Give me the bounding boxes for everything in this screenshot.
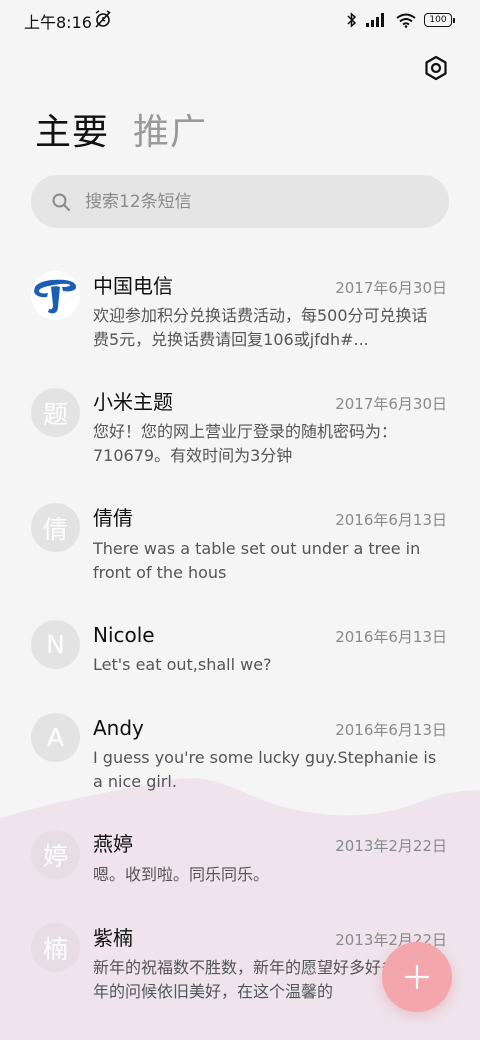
compose-button[interactable] [382,942,452,1012]
message-date: 2016年6月13日 [335,721,447,739]
message-date: 2013年2月22日 [335,837,447,855]
sender-name: 中国电信 [93,274,173,298]
plus-icon [404,964,430,990]
message-preview: I guess you're some lucky guy.Stephanie … [93,748,437,791]
avatar: 楠 [31,923,80,972]
avatar: 倩 [31,503,80,552]
sender-name: Andy [93,716,144,740]
message-preview: Let's eat out,shall we? [93,655,272,674]
message-preview: 欢迎参加积分兑换话费活动，每500分可兑换话费5元，兑换话费请回复106或jfd… [93,306,428,349]
sender-name: 小米主题 [93,390,173,414]
sender-name: Nicole [93,623,155,647]
avatar: 题 [31,388,80,437]
message-list: 中国电信 2017年6月30日 欢迎参加积分兑换话费活动，每500分可兑换话费5… [0,0,480,1040]
sender-name: 燕婷 [93,832,133,856]
message-date: 2017年6月30日 [335,279,447,297]
avatar [31,271,80,320]
message-date: 2016年6月13日 [335,628,447,646]
china-telecom-logo-icon [31,271,80,320]
message-preview: There was a table set out under a tree i… [93,539,421,582]
avatar: A [31,713,80,762]
avatar: 婷 [31,830,80,879]
avatar: N [31,620,80,669]
message-preview: 您好！您的网上营业厅登录的随机密码为：710679。有效时间为3分钟 [93,422,398,465]
message-preview: 嗯。收到啦。同乐同乐。 [93,865,270,884]
sender-name: 倩倩 [93,506,133,530]
message-date: 2016年6月13日 [335,511,447,529]
sender-name: 紫楠 [93,926,133,950]
message-date: 2017年6月30日 [335,395,447,413]
